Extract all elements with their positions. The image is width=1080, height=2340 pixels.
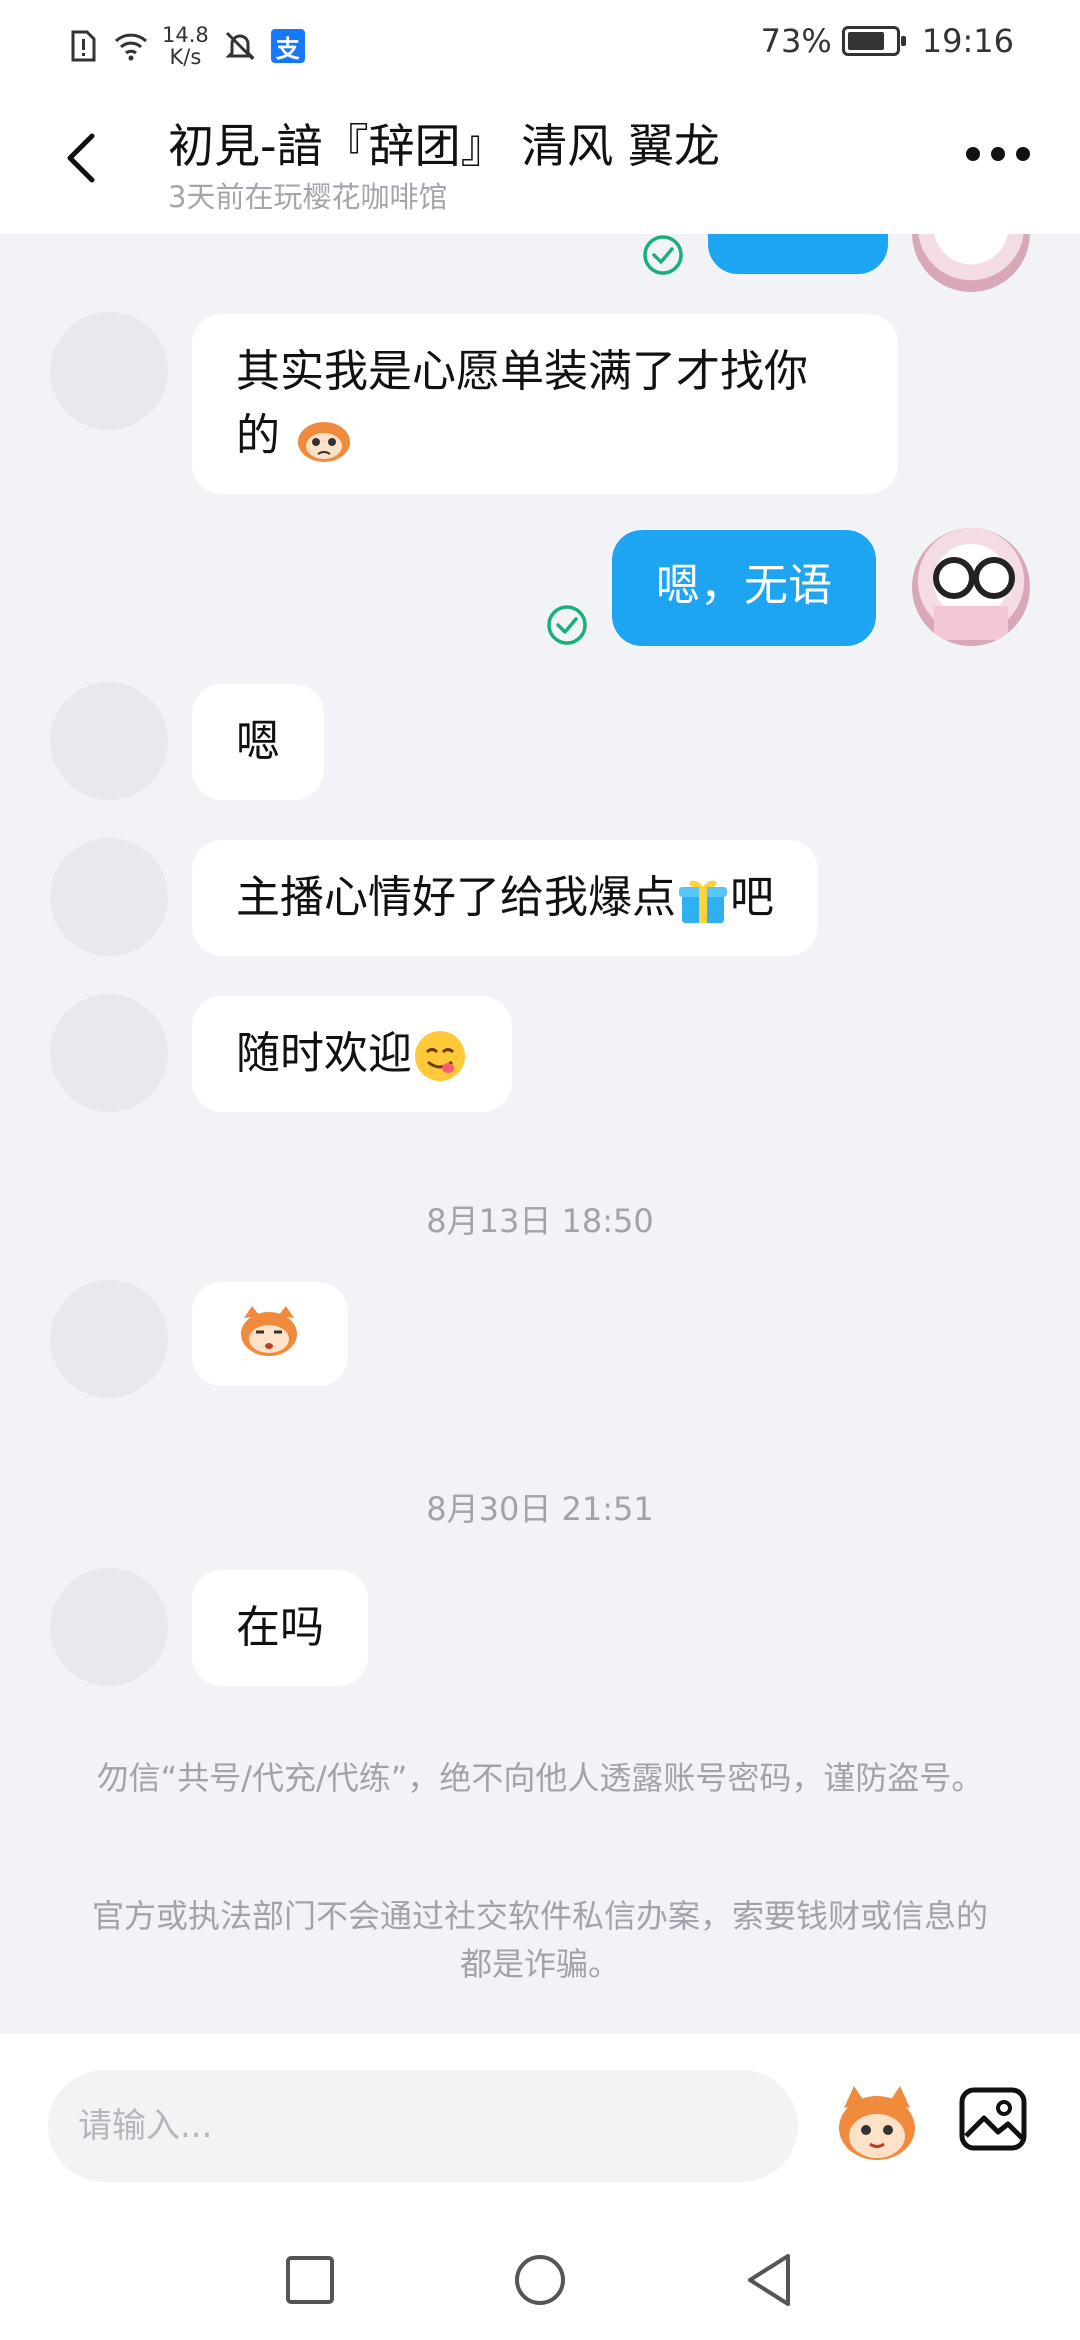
input-bar: 请输入... [0, 2034, 1080, 2220]
other-avatar[interactable] [50, 312, 168, 430]
other-avatar[interactable] [50, 682, 168, 800]
security-notice: 勿信“共号/代充/代练”，绝不向他人透露账号密码，谨防盗号。 [96, 1759, 984, 1797]
other-avatar[interactable] [50, 994, 168, 1112]
wifi-icon [114, 33, 148, 61]
clock: 19:16 [921, 22, 1014, 60]
alipay-icon: 支 [270, 29, 305, 63]
net-speed: 14.8 K/s [162, 23, 209, 69]
mascot-sticker-icon [241, 1306, 297, 1356]
chat-subtitle: 3天前在玩樱花咖啡馆 [168, 180, 448, 214]
message-bubble-other[interactable]: 其实我是心愿单装满了才找你 的 [192, 314, 898, 494]
battery-percent: 73% [760, 22, 832, 60]
sticker-mascot-icon[interactable] [832, 2078, 922, 2168]
yum-face-emoji-icon [415, 1031, 465, 1081]
sim-alert-icon [71, 30, 96, 62]
other-avatar[interactable] [50, 1280, 168, 1398]
my-avatar[interactable] [912, 528, 1030, 646]
message-bubble-other[interactable] [192, 1282, 348, 1386]
back-nav-icon[interactable] [740, 2250, 800, 2310]
chat-title: 初見-諳『辞团』 清风 翼龙 [168, 119, 720, 173]
gift-emoji-icon [679, 880, 727, 923]
mascot-crying-emoji-icon [298, 422, 350, 462]
read-check-icon [547, 605, 587, 645]
message-bubble-other[interactable]: 随时欢迎 [192, 996, 512, 1112]
other-avatar[interactable] [50, 838, 168, 956]
mute-bell-icon [225, 31, 255, 61]
message-bubble-mine[interactable]: 是了 [708, 234, 888, 274]
chat-header: 初見-諳『辞团』 清风 翼龙 3天前在玩樱花咖啡馆 [0, 88, 1080, 234]
back-arrow-icon[interactable] [56, 128, 106, 188]
glasses-avatar-icon [933, 557, 1015, 640]
timestamp: 8月30日 21:51 [426, 1490, 654, 1528]
status-bar: 14.8 K/s 支 73% 19:16 [0, 0, 1080, 88]
message-bubble-other[interactable]: 主播心情好了给我爆点 吧 [192, 840, 818, 956]
home-icon[interactable] [510, 2250, 570, 2310]
message-bubble-mine[interactable]: 嗯，无语 [612, 530, 876, 646]
message-input[interactable]: 请输入... [48, 2070, 798, 2182]
other-avatar[interactable] [50, 1568, 168, 1686]
my-avatar[interactable] [912, 234, 1030, 292]
battery-icon [841, 26, 906, 56]
read-check-icon [643, 235, 683, 275]
message-bubble-other[interactable]: 嗯 [192, 684, 324, 800]
timestamp: 8月13日 18:50 [426, 1202, 654, 1240]
system-nav-bar [0, 2220, 1080, 2340]
message-bubble-other[interactable]: 在吗 [192, 1570, 368, 1686]
recent-apps-icon[interactable] [280, 2250, 340, 2310]
fraud-notice: 官方或执法部门不会通过社交软件私信办案，索要钱财或信息的都是诈骗。 [91, 1897, 988, 1983]
more-options-icon[interactable] [966, 142, 1030, 166]
message-list[interactable]: 是了 其实我是心愿单装满了才找你 的 嗯，无语 嗯 主播心情好了 [0, 234, 1080, 2034]
image-picker-icon[interactable] [958, 2084, 1028, 2154]
